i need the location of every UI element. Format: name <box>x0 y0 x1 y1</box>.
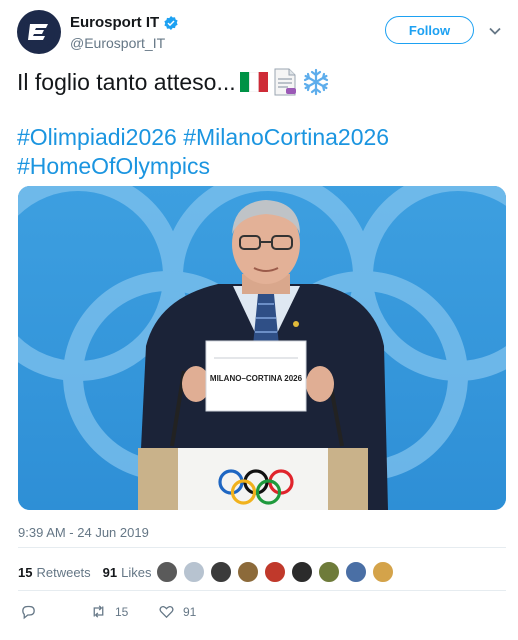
tweet-text: Il foglio tanto atteso... <box>17 68 330 96</box>
liker-avatar[interactable] <box>291 561 313 583</box>
liker-avatar[interactable] <box>264 561 286 583</box>
likes-label: Likes <box>121 565 152 580</box>
engagement-stats: 15 Retweets 91 Likes <box>18 565 152 580</box>
liker-avatars <box>156 561 399 583</box>
card-text: MILANO–CORTINA 2026 <box>210 374 303 383</box>
retweets-stat[interactable]: 15 Retweets <box>18 565 91 580</box>
liker-avatar[interactable] <box>183 561 205 583</box>
liker-avatar[interactable] <box>318 561 340 583</box>
liker-avatar[interactable] <box>237 561 259 583</box>
hashtag-line-2[interactable]: #HomeOfOlympics <box>17 153 210 180</box>
reply-button[interactable] <box>20 603 37 620</box>
eurosport-logo-icon <box>23 16 55 48</box>
display-name[interactable]: Eurosport IT <box>70 14 179 31</box>
photo-scene: MILANO–CORTINA 2026 <box>18 186 506 510</box>
display-name-text: Eurosport IT <box>70 14 160 31</box>
divider-top <box>18 547 506 548</box>
divider-bottom <box>18 590 506 591</box>
follow-button[interactable]: Follow <box>385 16 474 44</box>
tweet-text-body: Il foglio tanto atteso... <box>17 68 236 95</box>
verified-badge-icon <box>164 15 178 30</box>
reply-icon <box>22 605 35 620</box>
liker-avatar[interactable] <box>210 561 232 583</box>
tweet-timestamp[interactable]: 9:39 AM - 24 Jun 2019 <box>18 525 149 540</box>
liker-avatar[interactable] <box>345 561 367 583</box>
eurosport-avatar[interactable] <box>17 10 61 54</box>
likes-count: 91 <box>102 565 118 580</box>
heart-icon <box>159 605 174 619</box>
retweet-icon <box>93 605 104 618</box>
retweet-action-count: 15 <box>115 604 129 619</box>
user-handle[interactable]: @Eurosport_IT <box>70 35 165 51</box>
liker-avatar[interactable] <box>156 561 178 583</box>
retweet-button[interactable]: 15 <box>90 603 128 620</box>
hashtag-line-1[interactable]: #Olimpiadi2026 #MilanoCortina2026 <box>17 124 389 151</box>
like-button[interactable]: 91 <box>158 603 196 620</box>
chevron-down-icon[interactable] <box>488 24 502 38</box>
like-action-count: 91 <box>183 604 197 619</box>
tweet-photo[interactable]: MILANO–CORTINA 2026 <box>18 186 506 510</box>
retweets-count: 15 <box>18 565 33 580</box>
liker-avatar[interactable] <box>372 561 394 583</box>
page-facing-up-icon <box>272 68 298 96</box>
italy-flag-icon <box>239 72 268 92</box>
likes-stat[interactable]: 91 Likes <box>103 565 152 580</box>
retweets-label: Retweets <box>36 565 91 580</box>
snowflake-icon <box>302 68 330 96</box>
